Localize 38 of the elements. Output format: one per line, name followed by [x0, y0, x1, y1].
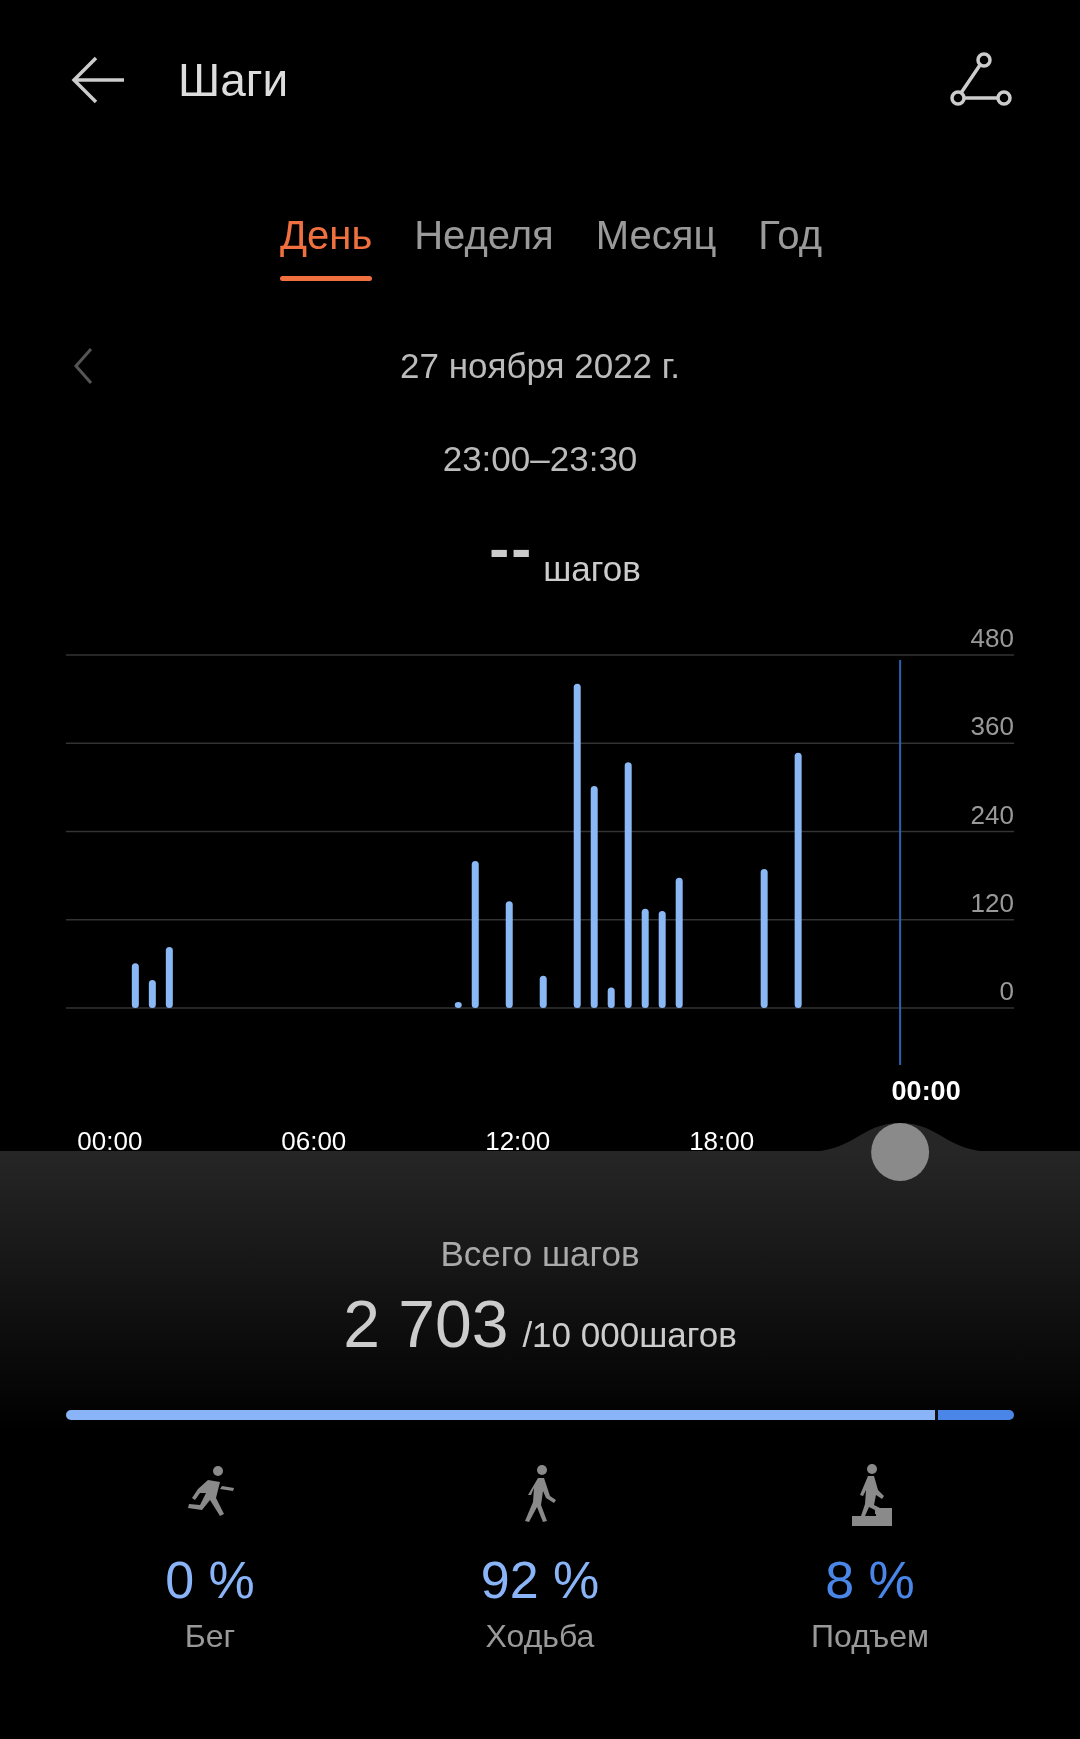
axis-label: 120 [970, 887, 1014, 918]
activity-label: Ходьба [485, 1618, 595, 1655]
axis-label: 18:00 [689, 1126, 755, 1151]
bar [165, 946, 173, 1008]
step-goal: /10 000шагов [522, 1315, 737, 1355]
bar [539, 975, 547, 1008]
time-range: 23:00–23:30 [441, 439, 639, 479]
bar [454, 1002, 462, 1008]
bar [607, 987, 615, 1008]
activity-percent: 8 % [825, 1550, 915, 1610]
tab[interactable]: День [279, 213, 373, 289]
step-unit: шагов [543, 549, 641, 589]
activity-label: Подъем [811, 1618, 929, 1655]
date-label: 27 ноября 2022 г. [400, 346, 680, 386]
axis-label: 00:00 [77, 1126, 143, 1151]
axis-label: 0 [999, 976, 1014, 1006]
previous-icon[interactable] [72, 346, 94, 386]
share-icon[interactable] [950, 52, 1012, 108]
page-title: Шаги [178, 53, 290, 107]
axis-label: 06:00 [281, 1126, 347, 1151]
tab[interactable]: Месяц [595, 213, 717, 289]
back-icon[interactable] [70, 55, 126, 105]
axis-label: 480 [970, 623, 1014, 653]
bar [148, 980, 156, 1008]
total-steps: 2 703 [343, 1286, 509, 1362]
axis-label: 240 [970, 799, 1014, 830]
tab[interactable]: Год [758, 213, 823, 289]
step-count: -- [489, 519, 534, 579]
summary-label: Всего шагов [440, 1234, 640, 1274]
scrubber-handle[interactable] [871, 1123, 930, 1181]
activity-label: Бег [184, 1618, 236, 1655]
axis-label: 12:00 [485, 1126, 551, 1151]
activity-percent: 0 % [165, 1550, 255, 1610]
tab[interactable]: Неделя [414, 213, 554, 289]
axis-label: 360 [970, 711, 1014, 742]
bar [131, 963, 139, 1008]
cursor-time-label: 00:00 [891, 1076, 961, 1106]
activity-percent: 92 % [480, 1550, 600, 1610]
